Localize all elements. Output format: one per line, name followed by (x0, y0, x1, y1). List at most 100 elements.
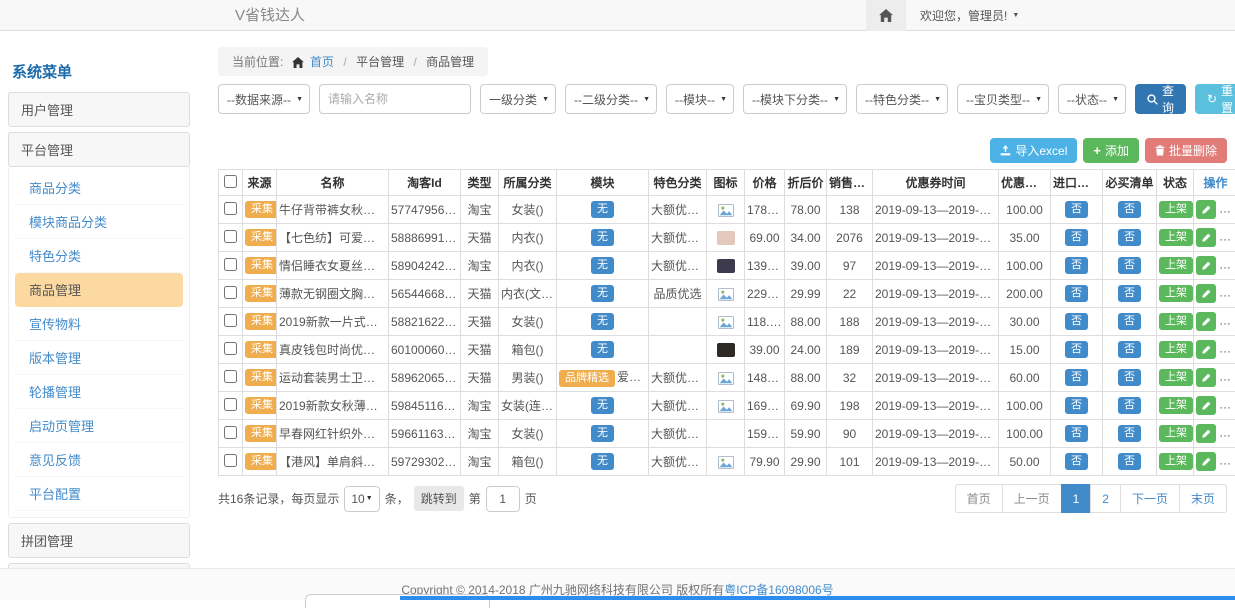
row-checkbox[interactable] (224, 426, 237, 439)
edit-button[interactable] (1196, 340, 1216, 359)
status-badge[interactable]: 上架 (1159, 285, 1193, 301)
toggle-no-badge[interactable]: 否 (1065, 369, 1088, 385)
sidebar-section-用户管理[interactable]: 用户管理 (8, 92, 190, 127)
status-badge[interactable]: 上架 (1159, 453, 1193, 469)
row-checkbox[interactable] (224, 286, 237, 299)
filter-select-模块下分类[interactable]: --模块下分类--▼ (743, 84, 847, 114)
edit-button[interactable] (1196, 396, 1216, 415)
row-checkbox[interactable] (224, 314, 237, 327)
edit-button[interactable] (1196, 200, 1216, 219)
jump-button[interactable]: 跳转到 (414, 486, 464, 511)
page-button-末页[interactable]: 末页 (1179, 484, 1227, 513)
status-badge[interactable]: 上架 (1159, 257, 1193, 273)
search-input[interactable] (319, 84, 471, 114)
column-header-price: 价格 (745, 170, 785, 196)
toggle-no-badge[interactable]: 否 (1118, 425, 1141, 441)
filter-select-特色分类[interactable]: --特色分类--▼ (856, 84, 948, 114)
row-checkbox[interactable] (224, 202, 237, 215)
toggle-no-badge[interactable]: 否 (1118, 341, 1141, 357)
edit-button[interactable] (1196, 284, 1216, 303)
home-button[interactable] (866, 0, 906, 31)
edit-button[interactable] (1196, 228, 1216, 247)
toggle-no-badge[interactable]: 否 (1118, 229, 1141, 245)
table-row: 采集情侣睡衣女夏丝绸男士...589042420344淘宝内衣()无大额优惠券1… (219, 252, 1235, 280)
toggle-no-badge[interactable]: 否 (1118, 201, 1141, 217)
filter-select-一级分类[interactable]: 一级分类▼ (480, 84, 556, 114)
page-button-1[interactable]: 1 (1061, 484, 1092, 513)
toggle-no-badge[interactable]: 否 (1118, 397, 1141, 413)
query-button[interactable]: 查询 (1135, 84, 1186, 114)
toggle-no-badge[interactable]: 否 (1065, 425, 1088, 441)
cell-ops (1194, 196, 1235, 224)
import-excel-button[interactable]: 导入excel (990, 138, 1077, 163)
toggle-no-badge[interactable]: 否 (1065, 313, 1088, 329)
status-badge[interactable]: 上架 (1159, 425, 1193, 441)
filter-select-宝贝类型[interactable]: --宝贝类型--▼ (957, 84, 1049, 114)
row-checkbox[interactable] (224, 258, 237, 271)
toggle-no-badge[interactable]: 否 (1065, 201, 1088, 217)
toggle-no-badge[interactable]: 否 (1065, 453, 1088, 469)
page-button-2[interactable]: 2 (1090, 484, 1121, 513)
page-number-input[interactable] (486, 486, 520, 512)
per-page-select[interactable]: 10 ▼ (344, 486, 379, 512)
toggle-no-badge[interactable]: 否 (1118, 453, 1141, 469)
status-badge[interactable]: 上架 (1159, 229, 1193, 245)
row-checkbox[interactable] (224, 454, 237, 467)
reset-button[interactable]: ↻ 重置 (1195, 84, 1235, 114)
toggle-no-badge[interactable]: 否 (1118, 313, 1141, 329)
cell-import_select: 否 (1051, 196, 1103, 224)
page-button-首页[interactable]: 首页 (955, 484, 1003, 513)
row-checkbox[interactable] (224, 342, 237, 355)
toggle-no-badge[interactable]: 否 (1065, 229, 1088, 245)
sidebar-item-商品管理[interactable]: 商品管理 (15, 273, 183, 307)
toggle-no-badge[interactable]: 否 (1118, 369, 1141, 385)
filter-data-source-select[interactable]: --数据来源-- ▼ (218, 84, 310, 114)
add-button[interactable]: + 添加 (1083, 138, 1139, 163)
edit-button[interactable] (1196, 256, 1216, 275)
filter-select-二级分类[interactable]: --二级分类--▼ (565, 84, 657, 114)
select-all-checkbox[interactable] (224, 175, 237, 188)
sidebar-item-意见反馈[interactable]: 意见反馈 (15, 443, 183, 477)
toggle-no-badge[interactable]: 否 (1065, 397, 1088, 413)
sidebar-item-特色分类[interactable]: 特色分类 (15, 239, 183, 273)
filter-select-模块[interactable]: --模块--▼ (666, 84, 734, 114)
edit-button[interactable] (1196, 452, 1216, 471)
status-badge[interactable]: 上架 (1159, 201, 1193, 217)
batch-delete-button[interactable]: 批量删除 (1145, 138, 1227, 163)
sidebar-section-拼团管理[interactable]: 拼团管理 (8, 523, 190, 558)
column-header-checkbox[interactable] (219, 170, 243, 196)
edit-button[interactable] (1196, 312, 1216, 331)
user-menu[interactable]: 欢迎您，管理员! ▼ (920, 7, 1019, 24)
page-button-下一页[interactable]: 下一页 (1120, 484, 1180, 513)
sidebar-item-模块商品分类[interactable]: 模块商品分类 (15, 205, 183, 239)
toggle-no-badge[interactable]: 否 (1065, 341, 1088, 357)
table-row: 采集真皮钱包时尚优雅女士...601000601341天猫箱包()无39.002… (219, 336, 1235, 364)
toggle-no-badge[interactable]: 否 (1065, 257, 1088, 273)
breadcrumb-home-link[interactable]: 首页 (310, 55, 334, 69)
status-badge[interactable]: 上架 (1159, 369, 1193, 385)
status-badge[interactable]: 上架 (1159, 313, 1193, 329)
icp-link[interactable]: 粤ICP备16098006号 (724, 583, 833, 597)
sidebar-item-轮播管理[interactable]: 轮播管理 (15, 375, 183, 409)
cell-checkbox (219, 420, 243, 448)
row-checkbox[interactable] (224, 370, 237, 383)
sidebar-item-启动页管理[interactable]: 启动页管理 (15, 409, 183, 443)
toggle-no-badge[interactable]: 否 (1118, 257, 1141, 273)
sidebar-item-平台配置[interactable]: 平台配置 (15, 477, 183, 511)
page-button-上一页[interactable]: 上一页 (1002, 484, 1062, 513)
toggle-no-badge[interactable]: 否 (1065, 285, 1088, 301)
edit-button[interactable] (1196, 424, 1216, 443)
product-thumbnail (717, 231, 735, 245)
sidebar-section-平台管理[interactable]: 平台管理 (8, 132, 190, 167)
row-checkbox[interactable] (224, 398, 237, 411)
sidebar-item-商品分类[interactable]: 商品分类 (15, 171, 183, 205)
user-area: 欢迎您，管理员! ▼ (866, 0, 1019, 31)
toggle-no-badge[interactable]: 否 (1118, 285, 1141, 301)
row-checkbox[interactable] (224, 230, 237, 243)
sidebar-item-宣传物料[interactable]: 宣传物料 (15, 307, 183, 341)
status-badge[interactable]: 上架 (1159, 341, 1193, 357)
sidebar-item-版本管理[interactable]: 版本管理 (15, 341, 183, 375)
status-badge[interactable]: 上架 (1159, 397, 1193, 413)
edit-button[interactable] (1196, 368, 1216, 387)
filter-select-状态[interactable]: --状态--▼ (1058, 84, 1126, 114)
